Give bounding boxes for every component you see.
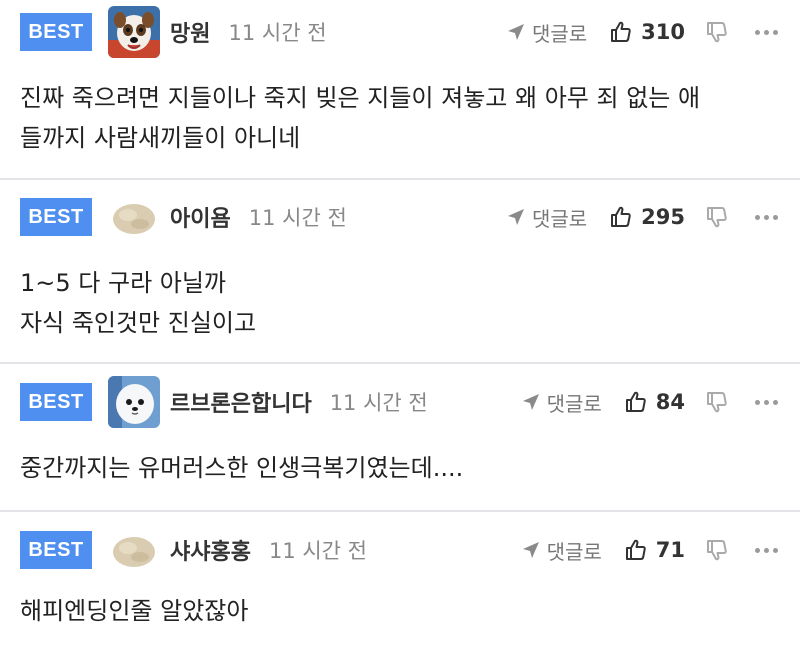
reply-label: 댓글로 — [531, 21, 588, 46]
like-button[interactable]: 310 — [609, 20, 685, 44]
like-button[interactable]: 71 — [624, 538, 685, 562]
comment-item: BEST 르브론은합니다 11 시간 전 댓글로 84 중간까지는 유머러스한 … — [0, 364, 800, 512]
more-options-icon[interactable] — [755, 399, 778, 405]
dog-avatar-icon — [108, 6, 160, 58]
avatar[interactable] — [108, 6, 160, 58]
seal-avatar-icon — [108, 376, 160, 428]
reply-button[interactable]: 댓글로 — [521, 536, 602, 565]
comment-header: BEST 망원 11 시간 전 댓글로 310 — [20, 6, 778, 58]
thumbs-down-icon — [707, 22, 727, 43]
comment-item: BEST 망원 11 시간 전 댓글로 310 진짜 죽으려면 지들이나 죽지 … — [0, 0, 800, 180]
like-button[interactable]: 295 — [609, 205, 685, 229]
like-count: 71 — [655, 538, 685, 562]
like-button[interactable]: 84 — [624, 390, 685, 414]
avatar[interactable] — [108, 524, 160, 576]
comment-text-line: 자식 죽인것만 진실이고 — [20, 309, 257, 337]
comment-actions: 댓글로 310 — [506, 18, 778, 47]
thumbs-down-icon — [707, 540, 727, 561]
thumbs-up-icon — [625, 539, 646, 560]
dislike-button[interactable] — [705, 390, 729, 414]
dislike-button[interactable] — [705, 20, 729, 44]
comment-text-line: 해피엔딩인줄 알았잖아 — [20, 597, 249, 625]
comment-header: BEST 르브론은합니다 11 시간 전 댓글로 84 — [20, 376, 778, 428]
dislike-button[interactable] — [705, 205, 729, 229]
best-badge: BEST — [20, 383, 92, 421]
comment-body: 해피엔딩인줄 알았잖아 — [20, 591, 780, 631]
comment-actions: 댓글로 71 — [521, 536, 778, 565]
default-avatar-icon — [108, 191, 160, 243]
comment-text-line: 중간까지는 유머러스한 인생극복기였는데.... — [20, 454, 464, 482]
comment-body: 중간까지는 유머러스한 인생극복기였는데.... — [20, 448, 780, 488]
like-count: 310 — [641, 20, 685, 44]
best-badge: BEST — [20, 13, 92, 51]
reply-button[interactable]: 댓글로 — [506, 203, 587, 232]
thumbs-up-icon — [611, 206, 631, 227]
reply-label: 댓글로 — [546, 391, 602, 416]
thumbs-up-icon — [625, 391, 646, 412]
reply-label: 댓글로 — [531, 206, 588, 231]
nickname[interactable]: 아이욤 — [170, 201, 231, 233]
thumbs-up-icon — [611, 21, 631, 42]
reply-button[interactable]: 댓글로 — [506, 18, 587, 47]
nickname[interactable]: 망원 — [170, 16, 210, 48]
default-avatar-icon — [108, 524, 160, 576]
nickname[interactable]: 샤샤홍홍 — [170, 534, 251, 566]
avatar[interactable] — [108, 191, 160, 243]
send-arrow-icon — [507, 209, 524, 225]
more-options-icon[interactable] — [755, 214, 778, 220]
more-options-icon[interactable] — [755, 547, 778, 553]
comment-item: BEST 샤샤홍홍 11 시간 전 댓글로 71 해피엔딩인줄 알았잖아 — [0, 512, 800, 645]
thumbs-down-icon — [707, 207, 727, 228]
reply-label: 댓글로 — [546, 539, 602, 564]
comment-body: 1~5 다 구라 아닐까 자식 죽인것만 진실이고 — [20, 263, 780, 343]
comment-text-line: 1~5 다 구라 아닐까 — [20, 269, 227, 297]
dislike-button[interactable] — [705, 538, 729, 562]
comment-header: BEST 샤샤홍홍 11 시간 전 댓글로 71 — [20, 524, 778, 576]
comment-item: BEST 아이욤 11 시간 전 댓글로 295 1~5 다 구라 아닐까 자식… — [0, 180, 800, 364]
comment-text-line: 들까지 사람새끼들이 아니네 — [20, 124, 301, 152]
thumbs-down-icon — [707, 392, 727, 413]
best-badge: BEST — [20, 198, 92, 236]
send-arrow-icon — [522, 394, 539, 410]
like-count: 295 — [641, 205, 685, 229]
like-count: 84 — [655, 390, 685, 414]
send-arrow-icon — [522, 542, 539, 558]
timestamp: 11 시간 전 — [248, 206, 347, 230]
nickname[interactable]: 르브론은합니다 — [170, 386, 312, 418]
best-badge: BEST — [20, 531, 92, 569]
more-options-icon[interactable] — [755, 29, 778, 35]
timestamp: 11 시간 전 — [268, 539, 368, 563]
send-arrow-icon — [507, 24, 524, 40]
timestamp: 11 시간 전 — [228, 21, 327, 45]
reply-button[interactable]: 댓글로 — [521, 388, 602, 417]
comment-header: BEST 아이욤 11 시간 전 댓글로 295 — [20, 191, 778, 243]
timestamp: 11 시간 전 — [329, 391, 428, 415]
comment-actions: 댓글로 295 — [506, 203, 778, 232]
comment-actions: 댓글로 84 — [521, 388, 778, 417]
avatar[interactable] — [108, 376, 160, 428]
comment-text-line: 진짜 죽으려면 지들이나 죽지 빚은 지들이 져놓고 왜 아무 죄 없는 애 — [20, 84, 701, 112]
comment-body: 진짜 죽으려면 지들이나 죽지 빚은 지들이 져놓고 왜 아무 죄 없는 애 들… — [20, 78, 780, 158]
